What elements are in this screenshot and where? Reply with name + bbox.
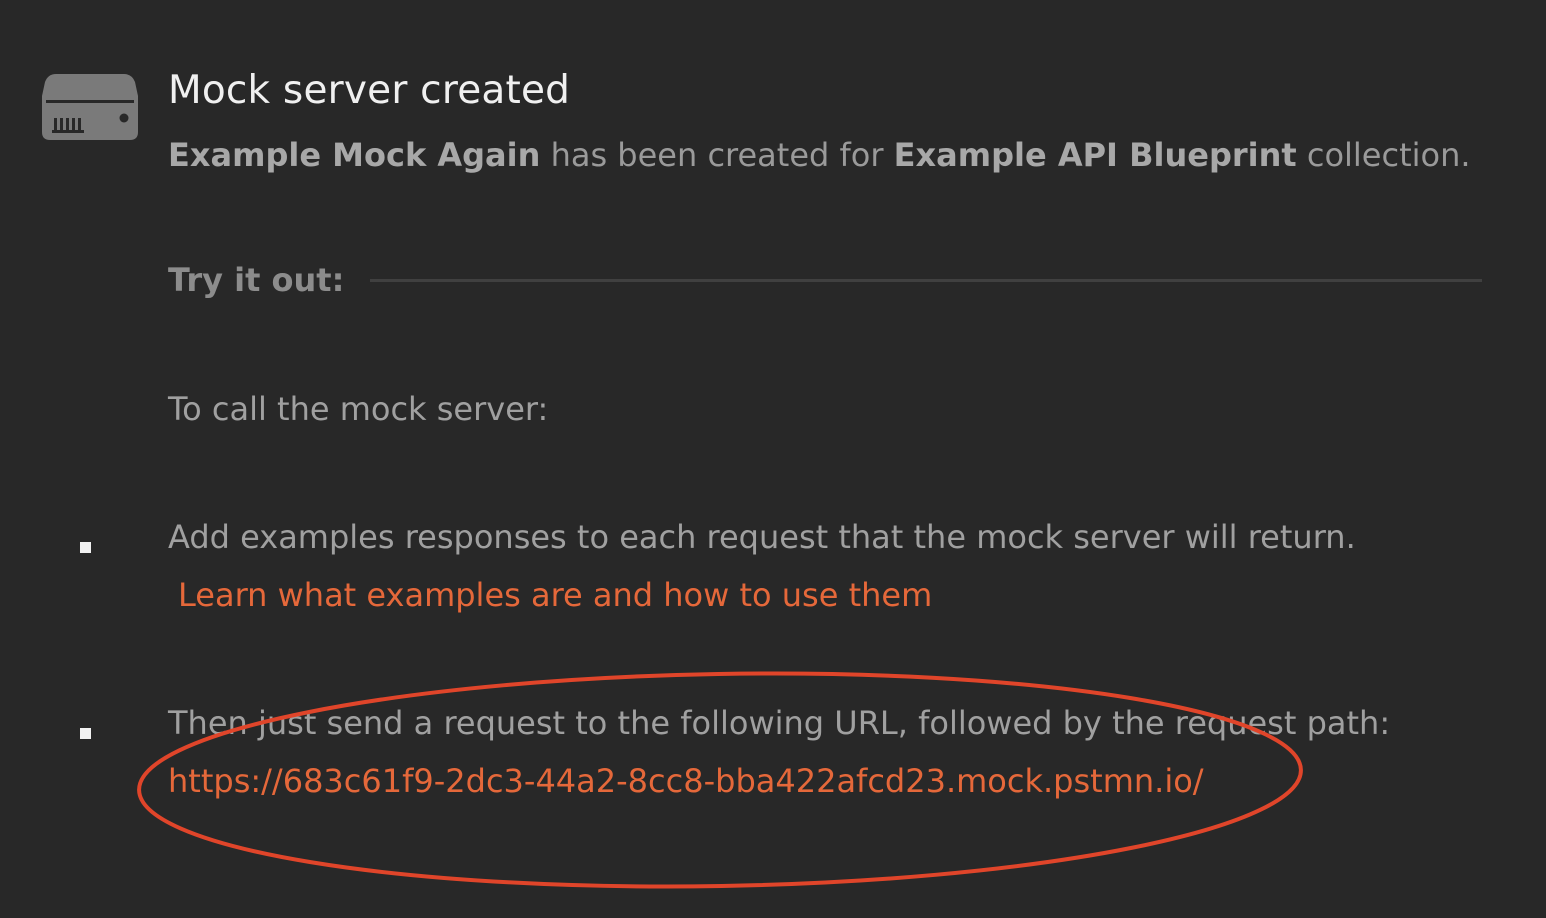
mock-server-url-link[interactable]: https://683c61f9-2dc3-44a2-8cc8-bba422af…	[168, 762, 1204, 800]
summary-end-text: collection.	[1296, 136, 1471, 174]
learn-examples-link[interactable]: Learn what examples are and how to use t…	[178, 576, 932, 614]
page-title: Mock server created	[168, 68, 571, 113]
section-divider	[370, 278, 1482, 282]
instructions-intro: To call the mock server:	[168, 390, 549, 428]
step-send-request-text: Then just send a request to the followin…	[168, 704, 1391, 742]
mock-name: Example Mock Again	[168, 136, 541, 174]
try-it-out-section: Try it out:	[168, 258, 1482, 302]
section-label: Try it out:	[168, 261, 345, 299]
mock-server-created-panel: Mock server created Example Mock Again h…	[0, 0, 1546, 918]
summary-middle-text: has been created for	[540, 136, 894, 174]
square-bullet-icon	[80, 542, 91, 553]
server-icon	[42, 74, 138, 140]
step-add-examples-text: Add examples responses to each request t…	[168, 518, 1356, 556]
collection-name: Example API Blueprint	[893, 136, 1297, 174]
square-bullet-icon	[80, 728, 91, 739]
creation-summary: Example Mock Again has been created for …	[168, 136, 1471, 174]
